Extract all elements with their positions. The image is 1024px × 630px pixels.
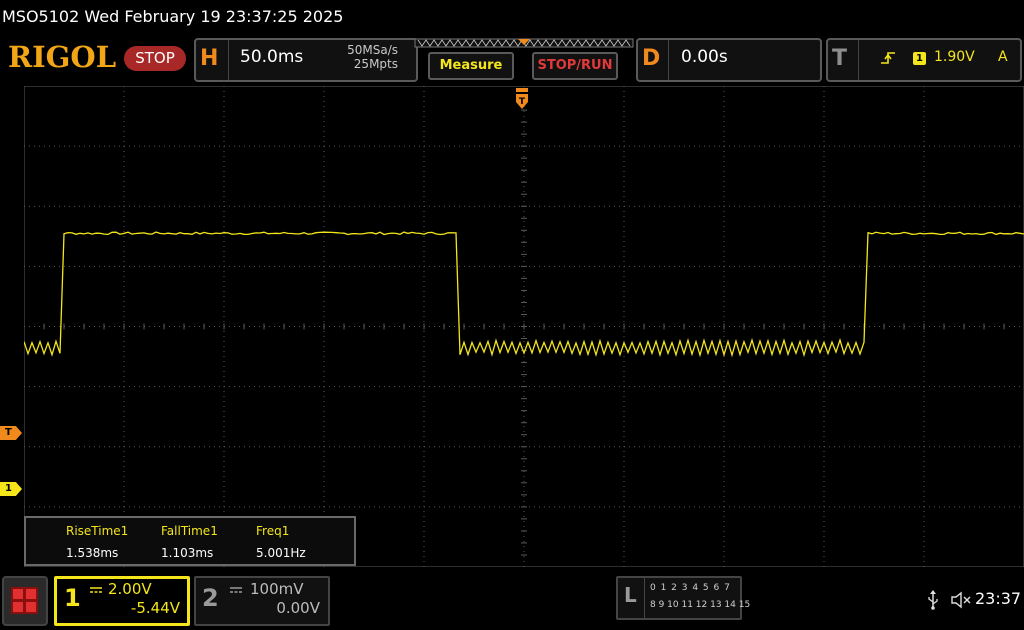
timebase-value: 50.0ms [240,47,304,67]
divider [644,578,645,618]
memory-depth: 25Mpts [353,57,398,71]
trigger-label: T [832,46,848,71]
rising-edge-icon [881,52,895,64]
measurement-panel[interactable]: RiseTime1 1.538ms FallTime1 1.103ms Freq… [24,516,356,566]
digital-channels-row: 0 1 2 3 4 5 6 7 [650,583,731,593]
measurement-label: Freq1 [256,524,290,538]
divider [668,40,669,80]
run-state-badge: STOP [124,46,186,71]
rigol-logo: RIGOL [8,40,117,74]
ch1-offset-marker[interactable]: 1 [0,482,22,496]
home-button[interactable] [2,576,48,626]
dc-coupling-icon [230,587,242,593]
measurement-value: 1.103ms [161,546,214,560]
acquisition-info: 50MSa/s 25Mpts [320,43,398,71]
trigger-level: 1.90V [934,49,975,65]
divider [858,40,859,80]
delay-value: 0.00s [681,47,728,67]
sample-rate: 50MSa/s [347,43,398,57]
delay-label: D [642,46,661,71]
measure-button[interactable]: Measure [428,52,514,80]
waveform-display[interactable] [24,86,1024,567]
ch1-number: 1 [64,584,81,612]
clock: 23:37 [975,589,1022,608]
trigger-mode: A [998,49,1008,65]
measurement-value: 1.538ms [66,546,119,560]
svg-text:T: T [519,97,526,107]
trigger-level-marker[interactable]: T [0,426,22,440]
logic-analyzer-label: L [624,583,637,607]
ch1-offset: -5.44V [130,599,180,617]
ch2-scale: 100mV [250,580,304,598]
divider [228,40,229,80]
grid-menu-icon [11,587,38,614]
speaker-muted-icon[interactable] [950,590,972,610]
measurement-label: FallTime1 [161,524,218,538]
ch1-scale: 2.00V [108,580,152,598]
digital-channels-row: 8 9 10 11 12 13 14 15 [650,600,751,610]
measurement-label: RiseTime1 [66,524,129,538]
trigger-source-badge: 1 [913,52,926,65]
memory-position-bar [414,38,634,48]
trigger-position-marker: T [516,88,528,109]
dc-coupling-icon [90,587,102,593]
title-bar: MSO5102 Wed February 19 23:37:25 2025 [2,7,344,26]
ch2-number: 2 [202,584,219,612]
horizontal-label: H [200,46,219,71]
delay-panel[interactable] [636,38,822,82]
ch2-offset: 0.00V [276,599,320,617]
usb-icon [928,590,938,610]
measurement-value: 5.001Hz [256,546,306,560]
stop-run-button[interactable]: STOP/RUN [532,52,618,80]
graticule [24,86,1024,567]
